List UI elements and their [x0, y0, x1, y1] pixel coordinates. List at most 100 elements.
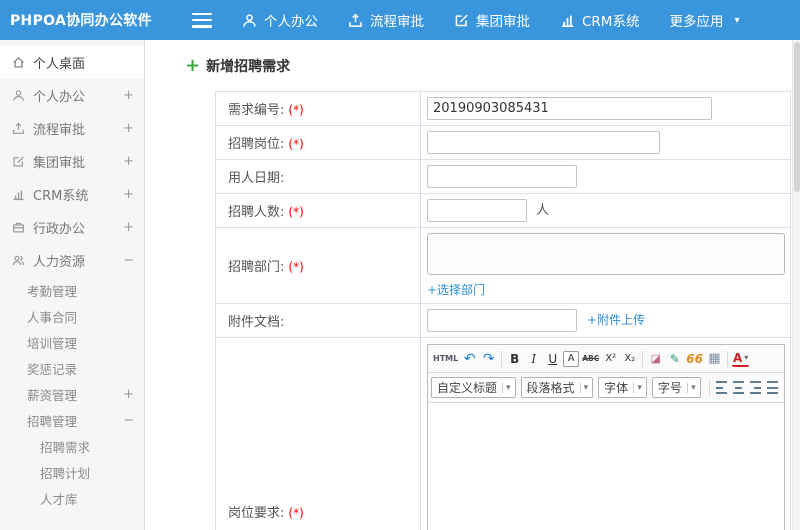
users-icon	[12, 254, 33, 267]
upload-attachment-link[interactable]: +附件上传	[587, 313, 645, 327]
sidebar-item-recruitment-demand[interactable]: 招聘需求	[0, 433, 144, 459]
required-mark: (*)	[288, 506, 304, 520]
font-color-label: A	[732, 350, 743, 365]
paragraph-format-select[interactable]: 段落格式 ▾	[520, 377, 594, 398]
toolbar-separator	[726, 350, 728, 367]
undo-button[interactable]: ↶	[461, 349, 478, 369]
superscript-button[interactable]: X²	[602, 349, 619, 369]
table-icon[interactable]: ▦	[706, 349, 723, 369]
sidebar-label: 流程审批	[33, 123, 86, 138]
expand-toggle[interactable]: +	[123, 220, 134, 235]
home-icon	[12, 56, 33, 69]
select-value: 字体	[604, 381, 629, 395]
hire-date-input[interactable]	[427, 165, 577, 188]
department-textarea[interactable]	[427, 233, 785, 275]
form-row-department: 招聘部门: (*) +选择部门	[215, 227, 791, 304]
sidebar-item-rewards[interactable]: 奖惩记录	[0, 355, 144, 381]
expand-toggle[interactable]: +	[123, 154, 134, 169]
collapse-toggle[interactable]: −	[123, 413, 134, 428]
font-size-select[interactable]: 字号 ▾	[651, 377, 701, 398]
expand-toggle[interactable]: +	[123, 121, 134, 136]
sidebar-label: 薪资管理	[27, 387, 78, 403]
sidebar-item-hr-contract[interactable]: 人事合同	[0, 303, 144, 329]
sidebar-item-workflow-approval[interactable]: 流程审批 +	[0, 112, 144, 145]
nav-group-approval[interactable]: 集团审批	[454, 10, 530, 30]
field-label: 招聘部门:	[228, 260, 285, 275]
sidebar-item-personal-desktop[interactable]: 个人桌面	[0, 46, 144, 79]
font-border-button[interactable]: A	[563, 350, 580, 367]
scrollbar-thumb[interactable]	[794, 42, 800, 192]
custom-heading-select[interactable]: 自定义标题 ▾	[431, 377, 516, 398]
sidebar-item-talent-pool[interactable]: 人才库	[0, 485, 144, 511]
sidebar-item-personal-office[interactable]: 个人办公 +	[0, 79, 144, 112]
nav-more-apps[interactable]: 更多应用 ▾	[669, 10, 739, 30]
align-justify-icon[interactable]	[766, 381, 779, 394]
italic-button[interactable]: I	[525, 349, 542, 369]
blockquote-button[interactable]: 66	[685, 349, 704, 369]
nav-label: 流程审批	[370, 14, 424, 30]
add-icon: +	[185, 55, 201, 76]
nav-personal-office[interactable]: 个人办公	[242, 10, 318, 30]
sidebar-label: 个人桌面	[33, 57, 86, 72]
sidebar-label: 人事合同	[27, 309, 78, 325]
vertical-scrollbar[interactable]	[792, 40, 800, 530]
font-family-select[interactable]: 字体 ▾	[598, 377, 647, 398]
toolbar-separator	[708, 379, 710, 396]
person-icon	[242, 13, 257, 28]
topbar: PHPOA协同办公软件 个人办公 流程审批 集团审批 CRM系统 更多应用 ▾	[0, 0, 800, 40]
nav-workflow-approval[interactable]: 流程审批	[348, 10, 424, 30]
sidebar-item-admin-office[interactable]: 行政办公 +	[0, 211, 144, 244]
expand-toggle[interactable]: +	[123, 187, 134, 202]
chevron-down-icon: ▾	[744, 352, 749, 362]
form-row-date: 用人日期:	[215, 159, 791, 194]
underline-button[interactable]: U	[544, 349, 561, 369]
align-left-icon[interactable]	[715, 381, 727, 394]
collapse-toggle[interactable]: −	[123, 253, 134, 268]
html-source-button[interactable]: HTML	[432, 349, 459, 369]
eraser-icon[interactable]: ◪	[647, 349, 664, 369]
sidebar-item-recruitment[interactable]: 招聘管理 −	[0, 407, 144, 433]
headcount-input[interactable]	[427, 199, 527, 222]
menu-toggle-icon[interactable]	[192, 12, 212, 28]
subscript-button[interactable]: X₂	[621, 349, 638, 369]
format-painter-icon[interactable]: ✎	[666, 349, 683, 369]
strikethrough-button[interactable]: ABC	[581, 349, 600, 369]
sidebar-label: 招聘管理	[27, 413, 78, 429]
request-number-input[interactable]	[427, 97, 712, 120]
sidebar-item-crm[interactable]: CRM系统 +	[0, 178, 144, 211]
attachment-input[interactable]	[427, 309, 577, 332]
unit-label: 人	[536, 203, 550, 218]
app-logo: PHPOA协同办公软件	[10, 13, 152, 29]
sidebar-label: 招聘计划	[40, 465, 91, 481]
bold-button[interactable]: B	[506, 349, 523, 369]
field-label: 岗位要求:	[228, 506, 285, 521]
nav-crm[interactable]: CRM系统	[560, 10, 639, 30]
sidebar-item-hr[interactable]: 人力资源 −	[0, 244, 144, 277]
sidebar-item-attendance[interactable]: 考勤管理	[0, 277, 144, 303]
redo-button[interactable]: ↷	[480, 349, 497, 369]
chevron-down-icon: ▾	[502, 382, 511, 393]
expand-toggle[interactable]: +	[123, 387, 134, 402]
edit-icon	[12, 155, 33, 168]
recruitment-form: 需求编号:(*) 招聘岗位:(*) 用人日期:	[215, 91, 791, 530]
sidebar-label: 培训管理	[27, 335, 78, 351]
sidebar-label: CRM系统	[33, 189, 89, 204]
select-department-link[interactable]: +选择部门	[427, 283, 485, 297]
font-color-button[interactable]: A ▾	[731, 350, 750, 367]
expand-toggle[interactable]: +	[123, 88, 134, 103]
sidebar: 个人桌面 个人办公 + 流程审批 + 集团审批 + CRM系统 + 行政办公 +	[0, 40, 145, 530]
editor-content-area[interactable]	[428, 403, 784, 530]
position-input[interactable]	[427, 131, 660, 154]
align-right-icon[interactable]	[749, 381, 761, 394]
form-row-request-number: 需求编号: (*)	[215, 91, 791, 126]
sidebar-item-group-approval[interactable]: 集团审批 +	[0, 145, 144, 178]
sidebar-item-salary[interactable]: 薪资管理 +	[0, 381, 144, 407]
sidebar-item-recruitment-plan[interactable]: 招聘计划	[0, 459, 144, 485]
nav-label: 集团审批	[476, 14, 530, 30]
sidebar-item-training[interactable]: 培训管理	[0, 329, 144, 355]
chevron-down-icon: ▾	[633, 382, 642, 393]
nav-label: 个人办公	[264, 14, 318, 30]
align-center-icon[interactable]	[732, 381, 744, 394]
editor-toolbar-row2: 自定义标题 ▾ 段落格式 ▾ 字体 ▾ 字号 ▾	[428, 373, 784, 403]
sidebar-label: 人才库	[40, 491, 78, 507]
